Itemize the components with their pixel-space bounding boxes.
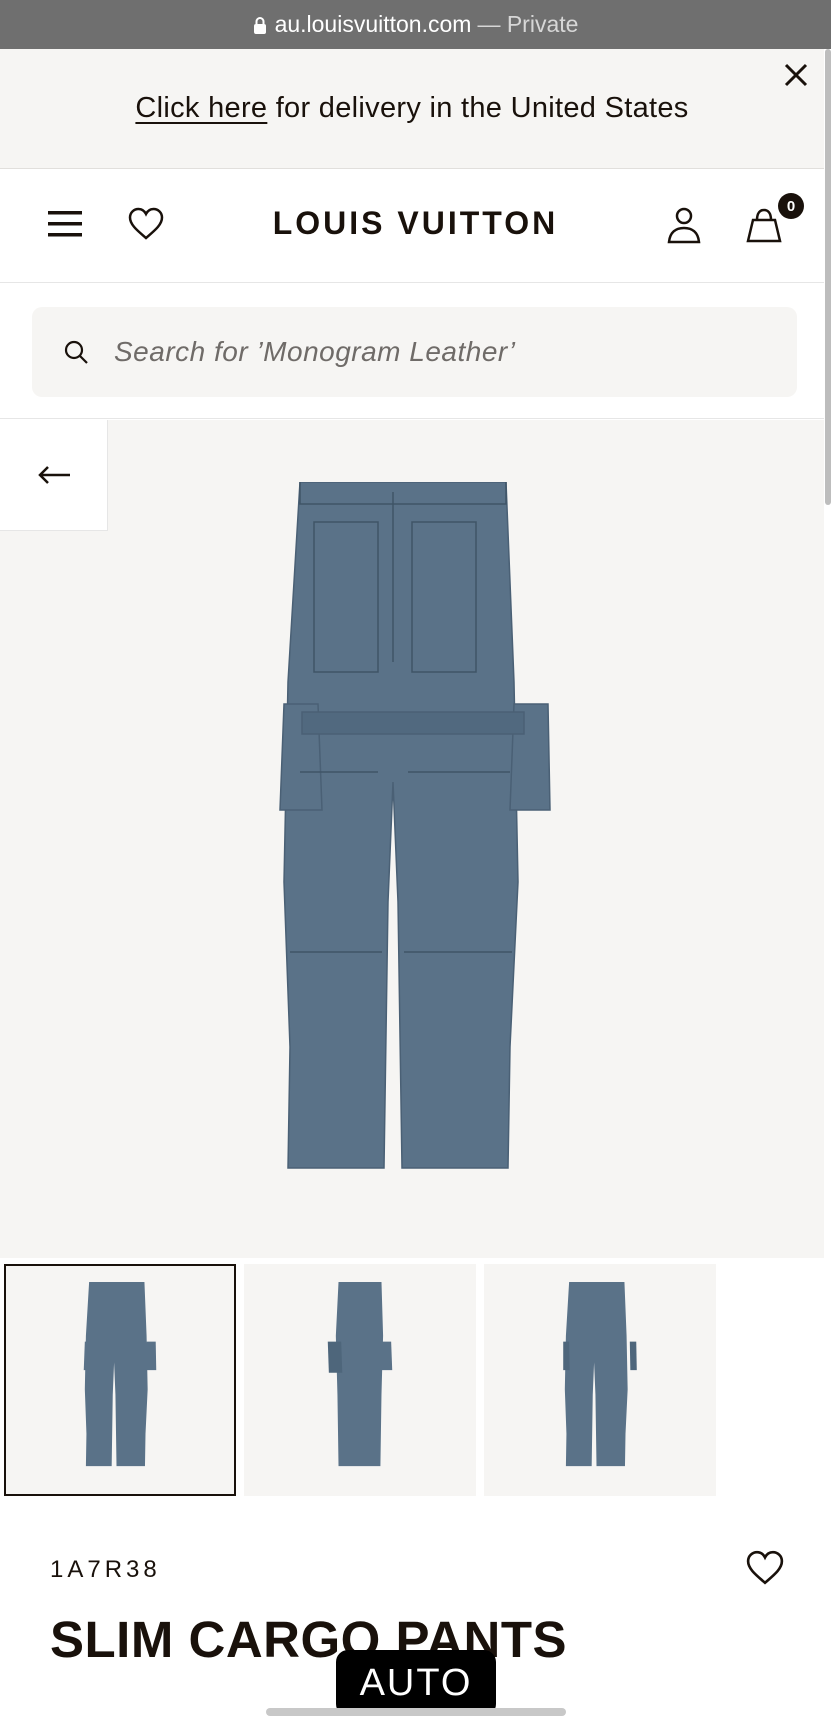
search-section — [0, 283, 824, 419]
search-icon — [64, 340, 88, 364]
browser-url-bar[interactable]: au.louisvuitton.com — Private — [0, 0, 831, 49]
delivery-link[interactable]: Click here — [135, 92, 267, 124]
thumbnail-back[interactable] — [484, 1264, 716, 1496]
bag-count-badge: 0 — [778, 193, 804, 219]
site-header: LOUIS VUITTON 0 — [0, 169, 824, 283]
thumbnail-pants-front-image — [83, 1282, 157, 1467]
arrow-left-icon — [37, 466, 70, 484]
thumbnail-pants-side-image — [327, 1282, 393, 1467]
auto-overlay-button[interactable]: AUTO — [336, 1650, 496, 1716]
delivery-text: for delivery in the United States — [267, 92, 689, 124]
search-box[interactable] — [32, 307, 797, 397]
cargo-pants-image — [279, 482, 551, 1169]
home-indicator[interactable] — [266, 1708, 566, 1716]
close-icon[interactable] — [778, 57, 814, 93]
thumbnail-side[interactable] — [244, 1264, 476, 1496]
thumbnail-strip — [0, 1264, 831, 1496]
scrollbar[interactable] — [825, 49, 831, 505]
back-button[interactable] — [0, 420, 108, 531]
delivery-message: Click here for delivery in the United St… — [135, 92, 688, 125]
delivery-banner: Click here for delivery in the United St… — [0, 49, 824, 169]
heart-icon[interactable] — [746, 1550, 784, 1586]
lock-icon — [253, 16, 266, 34]
user-icon[interactable] — [664, 205, 704, 245]
thumbnail-pants-back-image — [563, 1282, 637, 1467]
search-input[interactable] — [114, 336, 764, 368]
brand-logo[interactable]: LOUIS VUITTON — [0, 205, 831, 242]
product-hero-image[interactable] — [0, 420, 824, 1258]
private-mode-label: — Private — [477, 11, 579, 37]
url-text: au.louisvuitton.com — [274, 11, 472, 37]
product-sku: 1A7R38 — [50, 1556, 161, 1583]
thumbnail-front[interactable] — [4, 1264, 236, 1496]
